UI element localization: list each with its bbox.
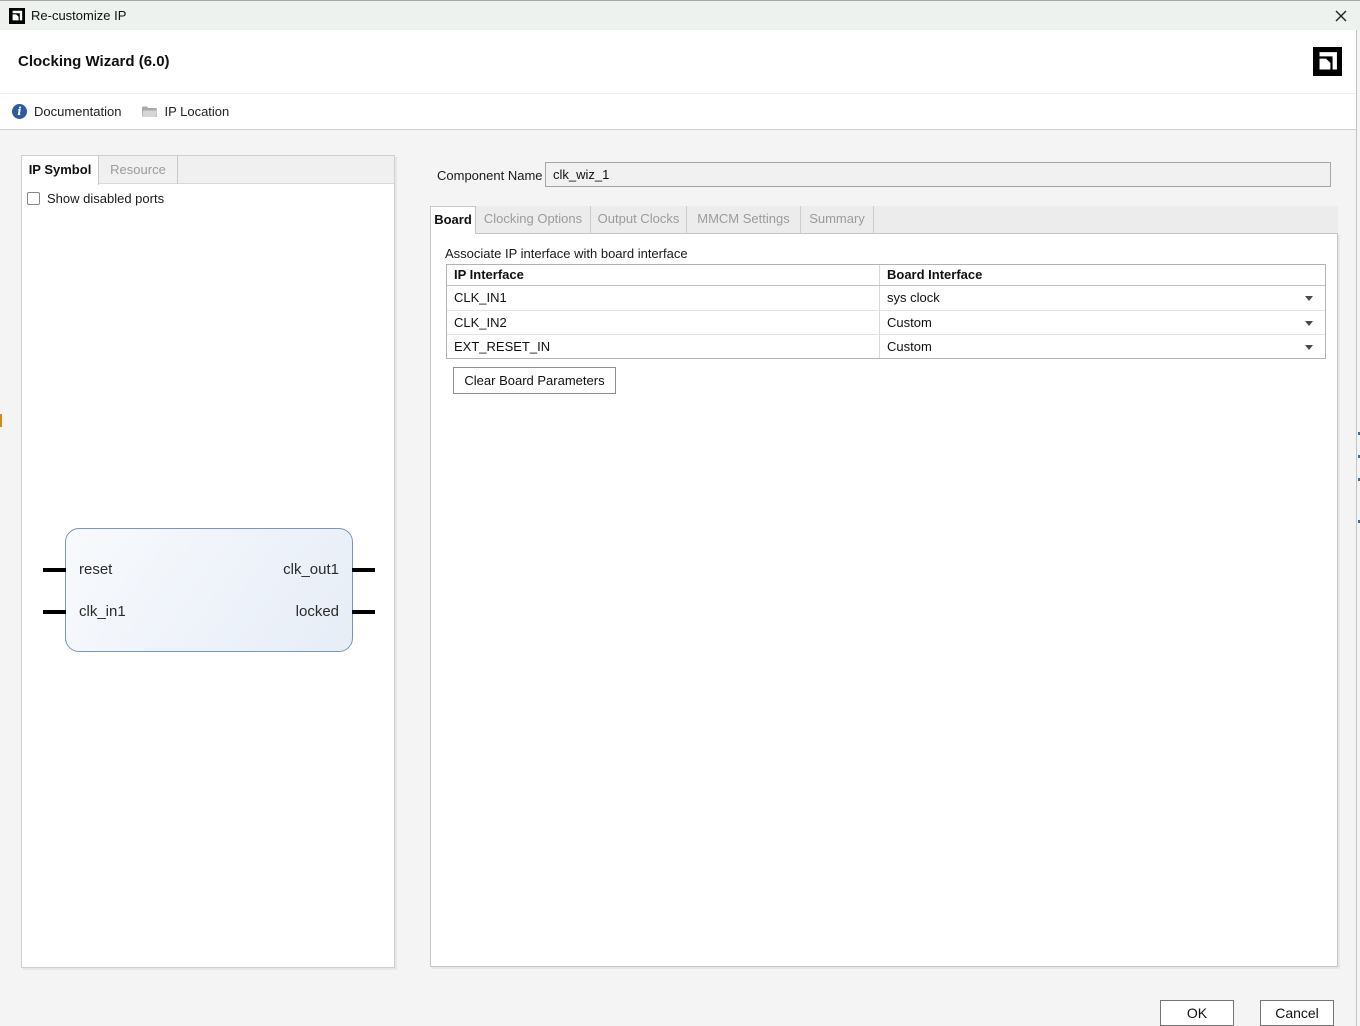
board-interface-value: sys clock xyxy=(887,290,940,305)
port-stub-reset xyxy=(43,568,66,572)
table-row: CLK_IN2 Custom xyxy=(447,310,1325,334)
board-tab-content: Associate IP interface with board interf… xyxy=(430,233,1338,967)
tab-mmcm-settings[interactable]: MMCM Settings xyxy=(687,206,801,233)
ok-button[interactable]: OK xyxy=(1160,1000,1234,1026)
show-disabled-ports-checkbox[interactable] xyxy=(27,192,40,205)
clear-board-parameters-button[interactable]: Clear Board Parameters xyxy=(453,367,616,394)
config-tabbar: Board Clocking Options Output Clocks MMC… xyxy=(430,206,1338,233)
background-edge-left xyxy=(0,414,2,427)
show-disabled-ports-row: Show disabled ports xyxy=(27,191,164,206)
ip-interface-cell: CLK_IN1 xyxy=(447,286,880,310)
port-label-reset: reset xyxy=(79,561,112,578)
documentation-button[interactable]: i Documentation xyxy=(12,104,121,119)
port-stub-locked xyxy=(352,610,375,614)
tab-board[interactable]: Board xyxy=(430,206,476,234)
ip-symbol-panel: IP Symbol Resource Show disabled ports r… xyxy=(21,155,395,968)
tab-ip-symbol[interactable]: IP Symbol xyxy=(22,156,99,185)
component-name-label: Component Name xyxy=(437,168,543,183)
board-interface-select-clk-in1[interactable]: sys clock xyxy=(880,286,1325,310)
tab-summary[interactable]: Summary xyxy=(801,206,874,233)
port-label-clk-in1: clk_in1 xyxy=(79,603,126,620)
table-header-row: IP Interface Board Interface xyxy=(447,265,1325,286)
info-icon: i xyxy=(12,104,27,119)
board-interface-select-clk-in2[interactable]: Custom xyxy=(880,311,1325,334)
table-row: EXT_RESET_IN Custom xyxy=(447,334,1325,358)
board-interface-table: IP Interface Board Interface CLK_IN1 sys… xyxy=(446,264,1326,359)
port-label-locked: locked xyxy=(296,603,339,620)
ip-interface-cell: CLK_IN2 xyxy=(447,311,880,334)
window-titlebar: Re-customize IP xyxy=(0,0,1360,30)
table-row: CLK_IN1 sys clock xyxy=(447,286,1325,310)
chevron-down-icon[interactable] xyxy=(1305,321,1313,326)
tab-resource[interactable]: Resource xyxy=(99,156,178,184)
folder-icon xyxy=(141,105,157,118)
board-interface-value: Custom xyxy=(887,339,932,354)
tab-clocking-options[interactable]: Clocking Options xyxy=(476,206,591,233)
ip-location-button[interactable]: IP Location xyxy=(141,104,229,119)
amd-xilinx-logo-icon xyxy=(1313,47,1342,76)
board-interface-select-ext-reset-in[interactable]: Custom xyxy=(880,335,1325,358)
col-header-board-interface: Board Interface xyxy=(880,265,1325,285)
cancel-button[interactable]: Cancel xyxy=(1260,1000,1334,1026)
dialog-header: Clocking Wizard (6.0) xyxy=(0,30,1360,93)
xilinx-app-icon xyxy=(9,8,25,24)
board-interface-value: Custom xyxy=(887,315,932,330)
ip-interface-cell: EXT_RESET_IN xyxy=(447,335,880,358)
documentation-label: Documentation xyxy=(34,104,121,119)
window-title: Re-customize IP xyxy=(31,1,126,31)
port-stub-clk-in1 xyxy=(43,610,66,614)
ip-symbol-tabbar: IP Symbol Resource xyxy=(22,156,394,184)
chevron-down-icon[interactable] xyxy=(1305,345,1313,350)
toolbar: i Documentation IP Location xyxy=(0,93,1360,130)
chevron-down-icon[interactable] xyxy=(1305,296,1313,301)
page-title: Clocking Wizard (6.0) xyxy=(18,53,170,70)
close-icon[interactable] xyxy=(1330,5,1352,27)
show-disabled-ports-label: Show disabled ports xyxy=(47,191,164,206)
component-name-input[interactable] xyxy=(545,162,1331,187)
port-stub-clk-out1 xyxy=(352,568,375,572)
board-instruction-text: Associate IP interface with board interf… xyxy=(445,246,688,261)
background-edge-right xyxy=(1356,30,1360,1026)
ip-block-symbol: reset clk_in1 clk_out1 locked xyxy=(65,528,353,652)
ip-location-label: IP Location xyxy=(164,104,229,119)
port-label-clk-out1: clk_out1 xyxy=(283,561,339,578)
tab-output-clocks[interactable]: Output Clocks xyxy=(591,206,687,233)
col-header-ip-interface: IP Interface xyxy=(447,265,880,285)
